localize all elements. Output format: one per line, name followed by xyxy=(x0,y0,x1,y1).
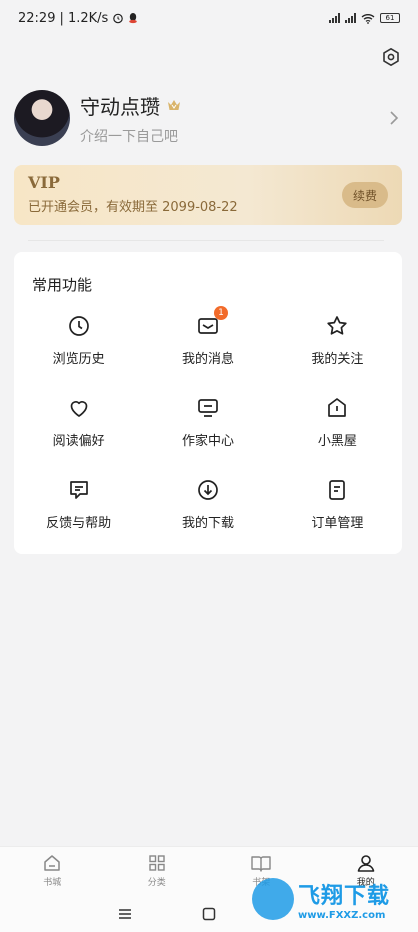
function-orders[interactable]: 订单管理 xyxy=(273,478,402,536)
function-author-center[interactable]: 作家中心 xyxy=(143,396,272,454)
divider xyxy=(28,240,384,241)
book-icon xyxy=(251,856,271,872)
bookstore-icon xyxy=(44,855,60,871)
order-icon xyxy=(329,480,346,500)
status-right: 61 xyxy=(329,13,400,24)
status-left: 22:29 | 1.2K/s xyxy=(18,11,138,26)
vip-crown-icon xyxy=(168,100,180,110)
battery-icon: 61 xyxy=(380,13,400,23)
function-label: 订单管理 xyxy=(311,516,364,531)
monitor-icon xyxy=(198,399,218,417)
vip-card[interactable]: VIP 已开通会员，有效期至 2099-08-22 续费 xyxy=(14,165,402,225)
wifi-icon xyxy=(361,13,375,24)
chevron-right-icon xyxy=(390,111,399,125)
function-downloads[interactable]: 我的下载 xyxy=(143,478,272,536)
category-icon xyxy=(149,855,165,871)
feedback-icon xyxy=(69,481,88,499)
avatar[interactable] xyxy=(14,90,70,146)
alarm-icon xyxy=(113,13,124,24)
functions-grid: 浏览历史 1 我的消息 我的关注 阅读偏好 作家中心 小黑屋 反馈与帮助 我的下… xyxy=(14,306,402,536)
username: 守动点瓒 xyxy=(80,94,160,119)
signal-icon-2 xyxy=(345,13,356,23)
message-badge: 1 xyxy=(213,306,228,320)
function-label: 浏览历史 xyxy=(52,352,105,367)
tab-label: 分类 xyxy=(147,878,166,888)
clock-icon xyxy=(68,316,89,336)
functions-title: 常用功能 xyxy=(32,276,93,294)
functions-card: 常用功能 浏览历史 1 我的消息 我的关注 阅读偏好 作家中心 小黑屋 反馈与帮… xyxy=(14,252,402,554)
home-icon[interactable] xyxy=(202,907,216,921)
function-label: 我的消息 xyxy=(181,352,234,367)
vip-title: VIP xyxy=(28,173,60,192)
watermark-logo xyxy=(252,878,294,920)
status-time: 22:29 xyxy=(18,10,56,26)
function-label: 我的关注 xyxy=(311,352,364,367)
function-blacklist[interactable]: 小黑屋 xyxy=(273,396,402,454)
vip-subtitle: 已开通会员，有效期至 2099-08-22 xyxy=(28,200,238,215)
star-icon xyxy=(327,316,347,335)
download-icon xyxy=(198,480,218,500)
watermark-url: www.FXXZ.com xyxy=(298,909,386,921)
function-reading-preference[interactable]: 阅读偏好 xyxy=(14,396,143,454)
gear-icon xyxy=(383,48,399,66)
profile-text: 守动点瓒 介绍一下自己吧 xyxy=(80,91,384,146)
message-icon-wrap: 1 xyxy=(196,306,228,338)
watermark-title: 飞翔下载 xyxy=(298,883,391,909)
tab-label: 书城 xyxy=(43,878,62,888)
username-row: 守动点瓒 xyxy=(80,91,384,120)
function-label: 作家中心 xyxy=(181,434,234,449)
tab-category[interactable]: 分类 xyxy=(105,847,210,896)
function-feedback[interactable]: 反馈与帮助 xyxy=(14,478,143,536)
house-icon xyxy=(328,398,347,417)
profile-row[interactable]: 守动点瓒 介绍一下自己吧 xyxy=(14,88,404,148)
qq-icon xyxy=(129,13,138,24)
bio: 介绍一下自己吧 xyxy=(80,128,178,145)
watermark-text: 飞翔下载 www.FXXZ.com xyxy=(298,878,390,921)
function-messages[interactable]: 1 我的消息 xyxy=(143,306,272,372)
function-label: 阅读偏好 xyxy=(52,434,105,449)
watermark: 飞翔下载 www.FXXZ.com xyxy=(252,872,412,926)
heart-icon xyxy=(70,401,88,417)
renew-button[interactable]: 续费 xyxy=(342,182,388,208)
signal-icon xyxy=(329,13,340,23)
function-label: 反馈与帮助 xyxy=(46,516,112,531)
status-bar: 22:29 | 1.2K/s 61 xyxy=(0,0,418,36)
function-label: 小黑屋 xyxy=(317,434,357,449)
tab-bookstore[interactable]: 书城 xyxy=(0,847,105,896)
menu-icon[interactable] xyxy=(118,908,132,920)
function-label: 我的下载 xyxy=(181,516,234,531)
user-icon xyxy=(357,855,375,872)
status-speed: | 1.2K/s xyxy=(59,10,109,26)
settings-button[interactable] xyxy=(378,44,404,70)
function-history[interactable]: 浏览历史 xyxy=(14,314,143,372)
function-following[interactable]: 我的关注 xyxy=(273,314,402,372)
